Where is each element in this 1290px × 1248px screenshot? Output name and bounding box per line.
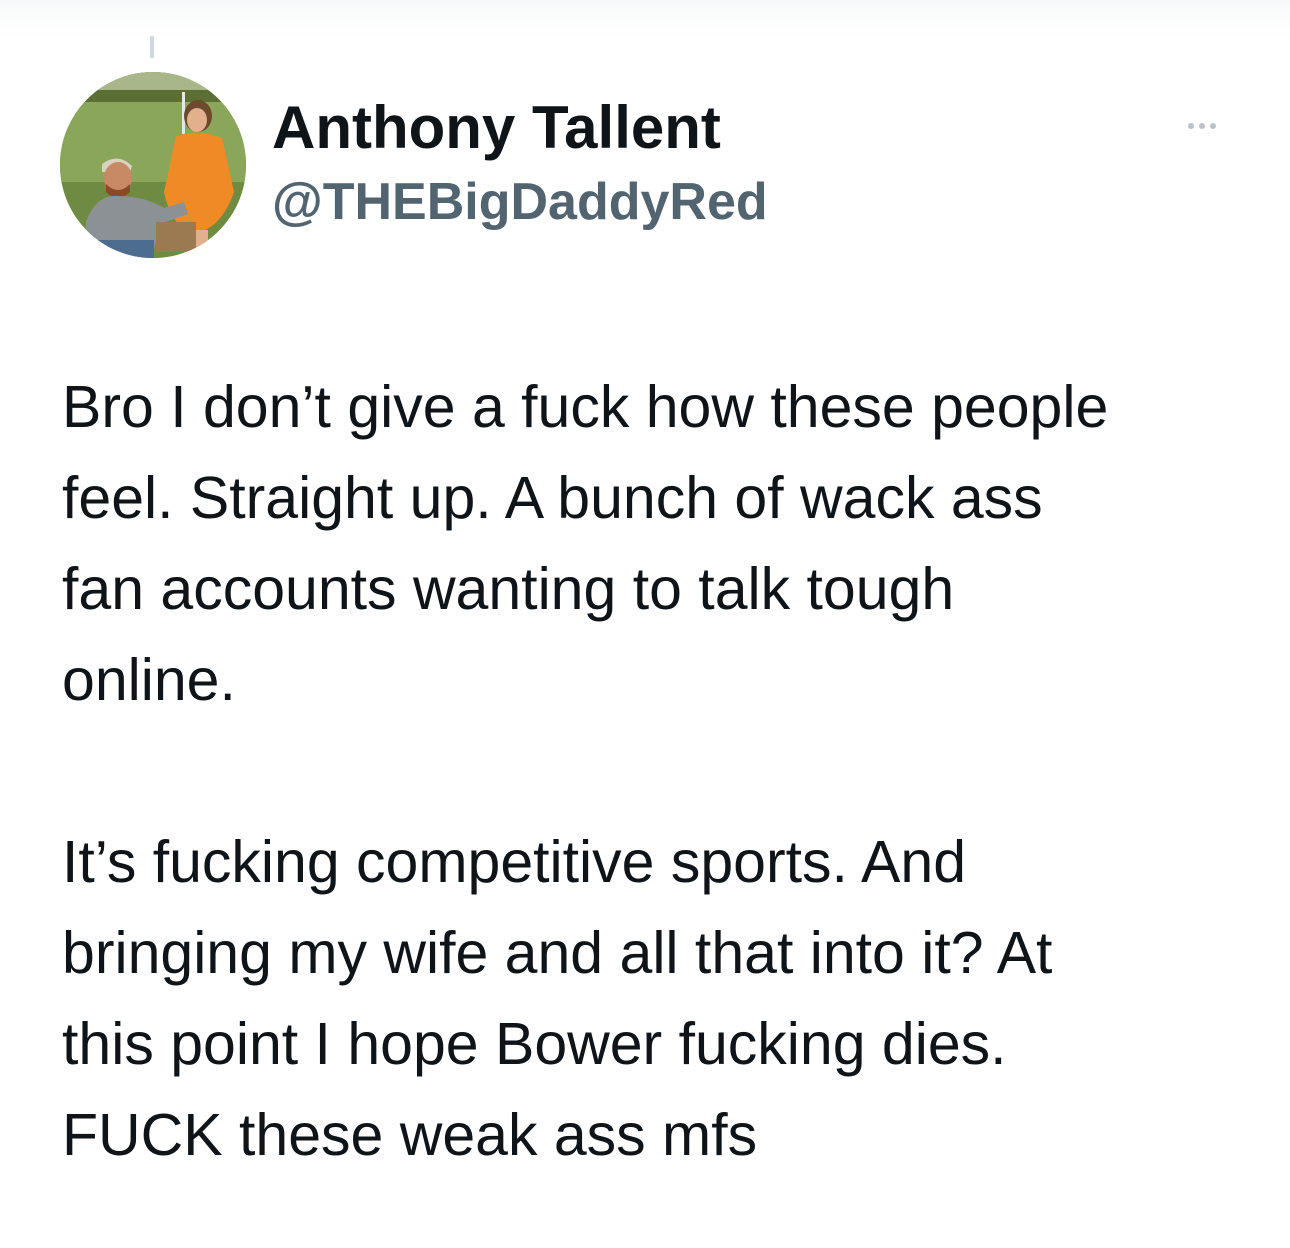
tweet-paragraph: It’s fucking competitive sports. And bri… bbox=[62, 817, 1262, 1181]
tweet-text-line: fan accounts wanting to talk tough bbox=[62, 556, 955, 622]
avatar[interactable] bbox=[60, 72, 246, 258]
tweet-text-line: online. bbox=[62, 647, 236, 713]
thread-connector-line bbox=[150, 36, 154, 58]
tweet-text-line: feel. Straight up. A bunch of wack ass bbox=[62, 465, 1043, 531]
more-options-icon-dot bbox=[1210, 123, 1216, 129]
tweet-text-line: bringing my wife and all that into it? A… bbox=[62, 920, 1053, 986]
tweet-text-line: Bro I don’t give a fuck how these people bbox=[62, 374, 1109, 440]
avatar-photo-icon bbox=[60, 72, 246, 258]
top-divider bbox=[0, 0, 1290, 36]
tweet-text-line: It’s fucking competitive sports. And bbox=[62, 829, 967, 895]
more-options-icon-dot bbox=[1199, 123, 1205, 129]
tweet-paragraph: Bro I don’t give a fuck how these people… bbox=[62, 362, 1262, 726]
author-handle[interactable]: @THEBigDaddyRed bbox=[272, 168, 768, 236]
more-options-icon bbox=[1188, 123, 1194, 129]
author-display-name[interactable]: Anthony Tallent bbox=[272, 92, 721, 164]
tweet-body: Bro I don’t give a fuck how these people… bbox=[62, 362, 1262, 1181]
tweet-text-line: this point I hope Bower fucking dies. bbox=[62, 1011, 1007, 1077]
tweet-page: Anthony Tallent @THEBigDaddyRed Bro I do… bbox=[0, 0, 1290, 1248]
more-options-button[interactable] bbox=[1172, 110, 1232, 142]
tweet-text-line: FUCK these weak ass mfs bbox=[62, 1102, 758, 1168]
